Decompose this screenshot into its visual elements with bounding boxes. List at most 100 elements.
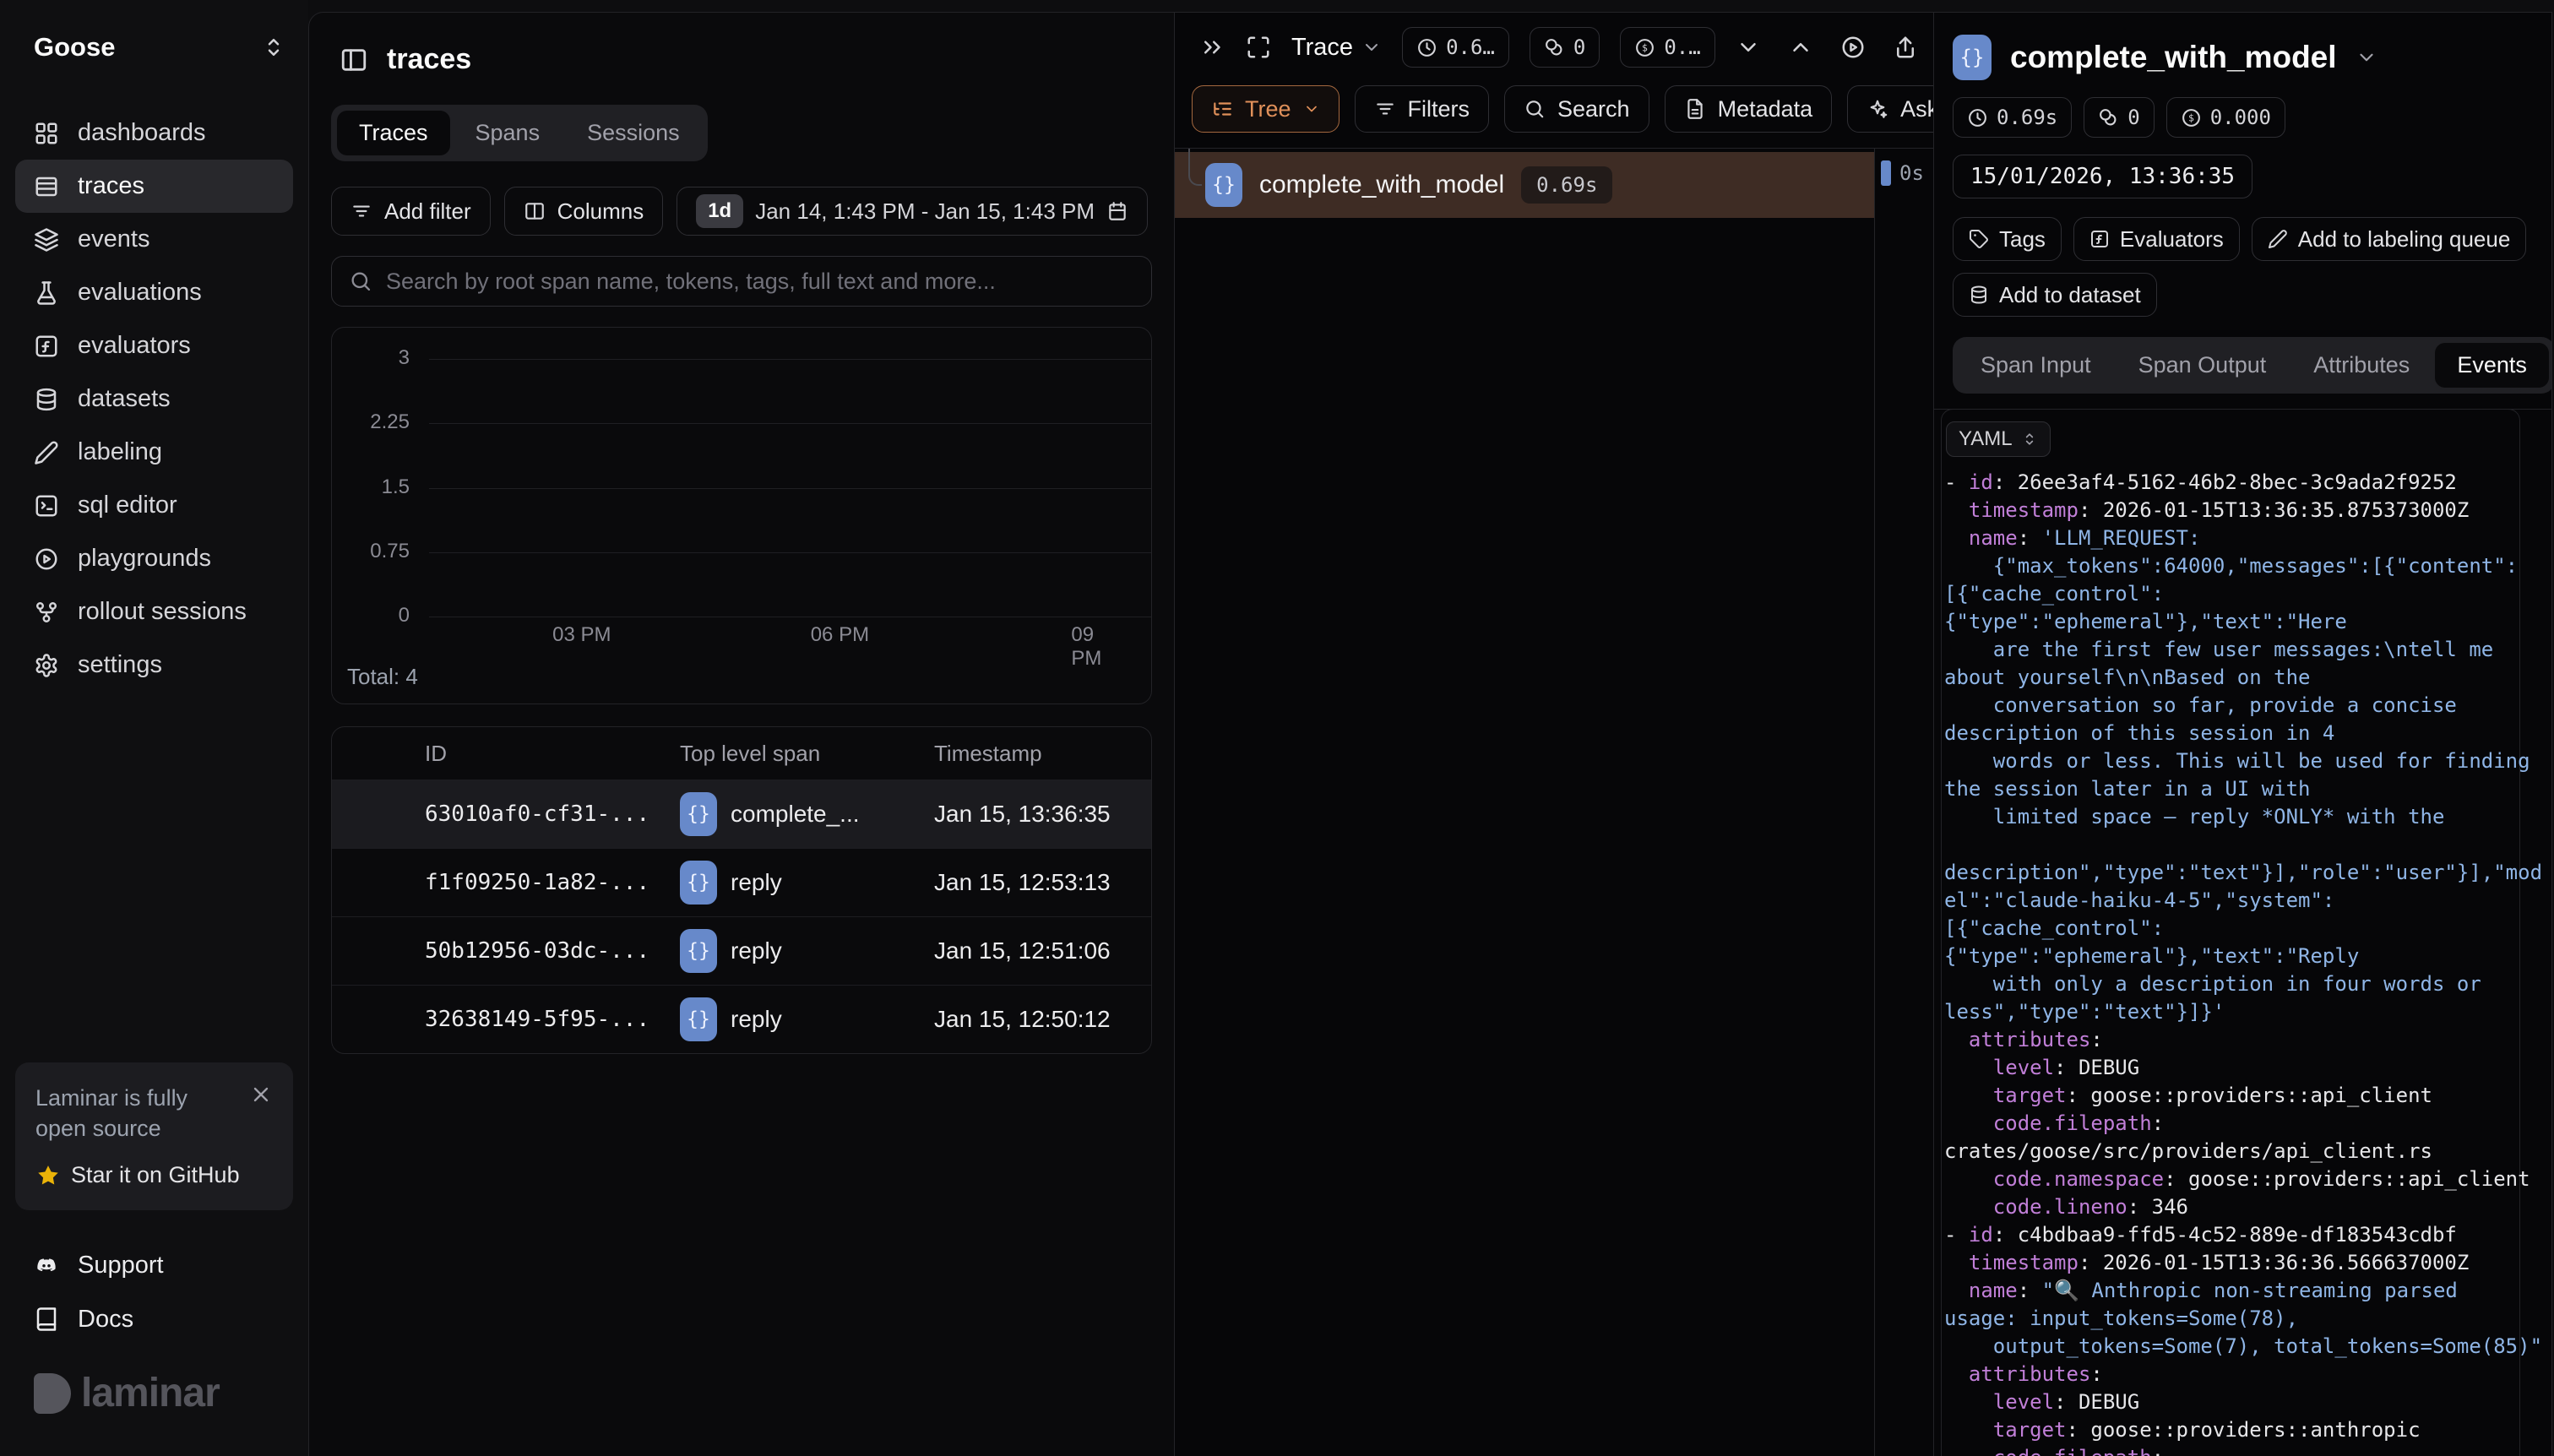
timeline-span-bar[interactable] — [1881, 160, 1891, 186]
star-on-github-link[interactable]: Star it on GitHub — [35, 1162, 273, 1188]
filter-toolbar: Add filter Columns 1d Jan 14, 1:43 PM - … — [331, 187, 1152, 236]
tab-span-output[interactable]: Span Output — [2117, 343, 2289, 388]
tab-traces[interactable]: Traces — [337, 111, 450, 155]
sidebar-item-rollout-sessions[interactable]: rollout sessions — [15, 585, 293, 638]
star-icon — [35, 1163, 61, 1188]
sidebar-item-traces[interactable]: traces — [15, 160, 293, 213]
span-duration-stat: 0.69s — [1953, 97, 2072, 138]
add-filter-button[interactable]: Add filter — [331, 187, 491, 236]
yaml-line — [1944, 831, 2551, 859]
yaml-code-block[interactable]: - id: 26ee3af4-5162-46b2-8bec-3c9ada2f92… — [1944, 469, 2551, 1456]
span-tree-row[interactable]: {} complete_with_model 0.69s — [1175, 152, 1874, 218]
tab-events[interactable]: Events — [2435, 343, 2549, 388]
sidebar-item-labeling[interactable]: labeling — [15, 426, 293, 479]
tree-view-button[interactable]: Tree — [1192, 85, 1339, 133]
table-row[interactable]: f1f09250-1a82-... {}reply Jan 15, 12:53:… — [332, 848, 1151, 916]
sidebar-item-events[interactable]: events — [15, 213, 293, 266]
tab-spans[interactable]: Spans — [454, 111, 562, 155]
svg-text:$: $ — [2188, 111, 2194, 123]
sidebar-item-datasets[interactable]: datasets — [15, 372, 293, 426]
close-icon[interactable] — [249, 1083, 273, 1106]
sidebar-item-evaluators[interactable]: evaluators — [15, 319, 293, 372]
evaluators-button[interactable]: Evaluators — [2073, 217, 2240, 261]
yaml-line: name: "🔍 Anthropic non-streaming parsed — [1944, 1277, 2551, 1305]
calendar-icon — [1106, 200, 1128, 222]
metadata-button[interactable]: Metadata — [1665, 85, 1833, 133]
table-row[interactable]: 50b12956-03dc-... {}reply Jan 15, 12:51:… — [332, 916, 1151, 985]
pencil-icon — [34, 440, 59, 465]
search-icon — [1524, 98, 1546, 120]
filters-button[interactable]: Filters — [1355, 85, 1490, 133]
sidebar-footer-docs[interactable]: Docs — [15, 1292, 293, 1346]
panel-left-icon[interactable] — [340, 46, 368, 74]
trace-id-cell: 63010af0-cf31-... — [425, 801, 680, 827]
tags-button[interactable]: Tags — [1953, 217, 2062, 261]
share-icon[interactable] — [1893, 35, 1918, 60]
clock-icon — [1967, 107, 1988, 128]
chevrons-up-down-icon[interactable] — [261, 35, 286, 60]
events-content: YAML - id: 26ee3af4-5162-46b2-8bec-3c9ad… — [1934, 410, 2551, 1456]
span-detail-panel: {} complete_with_model 0.69s 0 $ 0.000 1… — [1933, 13, 2551, 1456]
span-actions-row-2: Add to dataset — [1953, 273, 2551, 317]
span-actions-row-1: Tags Evaluators Add to labeling queue — [1953, 217, 2551, 261]
date-range-button[interactable]: 1d Jan 14, 1:43 PM - Jan 15, 1:43 PM — [677, 187, 1148, 236]
timestamp-cell: Jan 15, 12:51:06 — [934, 937, 1151, 964]
trace-tokens-badge[interactable]: 0 — [1530, 27, 1600, 68]
tab-sessions[interactable]: Sessions — [565, 111, 702, 155]
table-row[interactable]: 32638149-5f95-... {}reply Jan 15, 12:50:… — [332, 985, 1151, 1053]
trace-dropdown[interactable]: Trace — [1291, 34, 1382, 62]
file-text-icon — [1684, 98, 1706, 120]
add-to-labeling-queue-button[interactable]: Add to labeling queue — [2252, 217, 2527, 261]
rows-icon — [34, 174, 59, 199]
span-tokens-stat: 0 — [2084, 97, 2154, 138]
tab-attributes[interactable]: Attributes — [2291, 343, 2432, 388]
columns-button[interactable]: Columns — [504, 187, 664, 236]
chart-gridline — [429, 423, 1151, 424]
workspace-name: Goose — [34, 32, 115, 62]
table-row[interactable]: 63010af0-cf31-... {}complete_... Jan 15,… — [332, 780, 1151, 848]
sidebar: Goose dashboards traces events evaluatio… — [0, 0, 308, 1456]
chevron-up-icon[interactable] — [1788, 35, 1813, 60]
braces-icon: {} — [680, 929, 717, 973]
add-to-dataset-button[interactable]: Add to dataset — [1953, 273, 2157, 317]
sidebar-item-settings[interactable]: settings — [15, 638, 293, 692]
sidebar-item-evaluations[interactable]: evaluations — [15, 266, 293, 319]
workspace-switcher[interactable]: Goose — [0, 0, 308, 62]
columns-icon — [524, 200, 546, 222]
chevron-down-icon[interactable] — [2356, 46, 2377, 68]
sidebar-item-dashboards[interactable]: dashboards — [15, 106, 293, 160]
sidebar-item-playgrounds[interactable]: playgrounds — [15, 532, 293, 585]
format-select[interactable]: YAML — [1946, 421, 2051, 457]
braces-icon: {} — [680, 792, 717, 836]
yaml-line: are the first few user messages:\ntell m… — [1944, 636, 2551, 664]
tag-icon — [1969, 229, 1989, 249]
yaml-line: output_tokens=Some(7), total_tokens=Some… — [1944, 1333, 2551, 1361]
search-bar — [331, 256, 1152, 307]
yaml-line: code.lineno: 346 — [1944, 1193, 2551, 1221]
timestamp-cell: Jan 15, 12:53:13 — [934, 869, 1151, 896]
search-button[interactable]: Search — [1504, 85, 1649, 133]
yaml-line: [{"cache_control": — [1944, 915, 2551, 943]
chevron-down-icon[interactable] — [1736, 35, 1761, 60]
chevrons-right-icon[interactable] — [1200, 35, 1225, 60]
yaml-line: name: 'LLM_REQUEST: — [1944, 524, 2551, 552]
yaml-line: attributes: — [1944, 1361, 2551, 1388]
yaml-line: code.namespace: goose::providers::api_cl… — [1944, 1165, 2551, 1193]
function-square-icon — [34, 334, 59, 359]
chart-y-tick: 0 — [332, 604, 410, 627]
span-timestamp: 15/01/2026, 13:36:35 — [1953, 155, 2252, 198]
sidebar-footer-support[interactable]: Support — [15, 1238, 293, 1292]
sidebar-item-sql-editor[interactable]: sql editor — [15, 479, 293, 532]
yaml-line: description of this session in 4 — [1944, 720, 2551, 747]
play-circle-icon[interactable] — [1840, 35, 1866, 60]
tab-span-input[interactable]: Span Input — [1959, 343, 2113, 388]
maximize-icon[interactable] — [1246, 35, 1271, 60]
trace-cost-badge[interactable]: $ 0.… — [1620, 27, 1714, 68]
yaml-line: words or less. This will be used for fin… — [1944, 747, 2551, 775]
braces-icon: {} — [680, 861, 717, 905]
trace-duration-badge[interactable]: 0.6… — [1402, 27, 1509, 68]
chart-gridline — [429, 359, 1151, 360]
yaml-line: {"type":"ephemeral"},"text":"Here — [1944, 608, 2551, 636]
chart-total-label: Total: 4 — [347, 664, 418, 690]
search-input[interactable] — [386, 269, 1134, 295]
